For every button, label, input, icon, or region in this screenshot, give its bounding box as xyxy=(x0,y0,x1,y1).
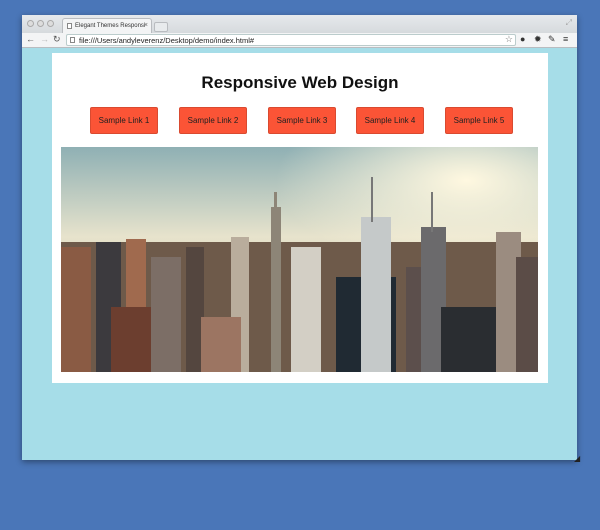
sample-link-5[interactable]: Sample Link 5 xyxy=(445,107,513,134)
page-title: Responsive Web Design xyxy=(201,73,399,92)
close-tab-icon[interactable]: × xyxy=(144,22,148,29)
sample-link-4[interactable]: Sample Link 4 xyxy=(356,107,424,134)
page-icon xyxy=(70,37,75,43)
browser-tab[interactable]: Elegant Themes Responsi × xyxy=(62,18,152,33)
wrench-icon[interactable]: ✎ xyxy=(548,34,556,45)
page-icon xyxy=(67,23,72,29)
sample-link-2[interactable]: Sample Link 2 xyxy=(179,107,247,134)
sample-link-3[interactable]: Sample Link 3 xyxy=(268,107,336,134)
tab-title: Elegant Themes Responsi xyxy=(75,23,146,29)
window-controls xyxy=(27,20,54,27)
fullscreen-icon[interactable]: ⤢ xyxy=(566,18,572,28)
minimize-window-button[interactable] xyxy=(37,20,44,27)
forward-icon[interactable]: → xyxy=(40,34,49,44)
reload-icon[interactable]: ↻ xyxy=(53,34,61,45)
menu-icon[interactable]: ≡ xyxy=(563,34,568,44)
resize-handle[interactable]: ◢ xyxy=(574,454,580,463)
toolbar: ← → ↻ file:///Users/andyleverenz/Desktop… xyxy=(22,33,577,48)
close-window-button[interactable] xyxy=(27,20,34,27)
url-text: file:///Users/andyleverenz/Desktop/demo/… xyxy=(79,36,255,45)
gear-icon[interactable]: ✹ xyxy=(534,34,542,45)
bookmark-star-icon[interactable]: ☆ xyxy=(505,34,513,45)
content-card: Responsive Web Design Sample Link 1 Samp… xyxy=(52,53,548,383)
zoom-window-button[interactable] xyxy=(47,20,54,27)
new-tab-button[interactable] xyxy=(154,22,168,32)
browser-window: Elegant Themes Responsi × ⤢ ← → ↻ file:/… xyxy=(22,15,577,460)
sample-link-1[interactable]: Sample Link 1 xyxy=(90,107,158,134)
address-bar[interactable]: file:///Users/andyleverenz/Desktop/demo/… xyxy=(66,34,516,46)
back-icon[interactable]: ← xyxy=(26,34,35,44)
tab-bar: Elegant Themes Responsi × ⤢ xyxy=(22,15,577,33)
extension-icon[interactable]: ● xyxy=(520,34,525,44)
hero-image xyxy=(61,147,538,372)
